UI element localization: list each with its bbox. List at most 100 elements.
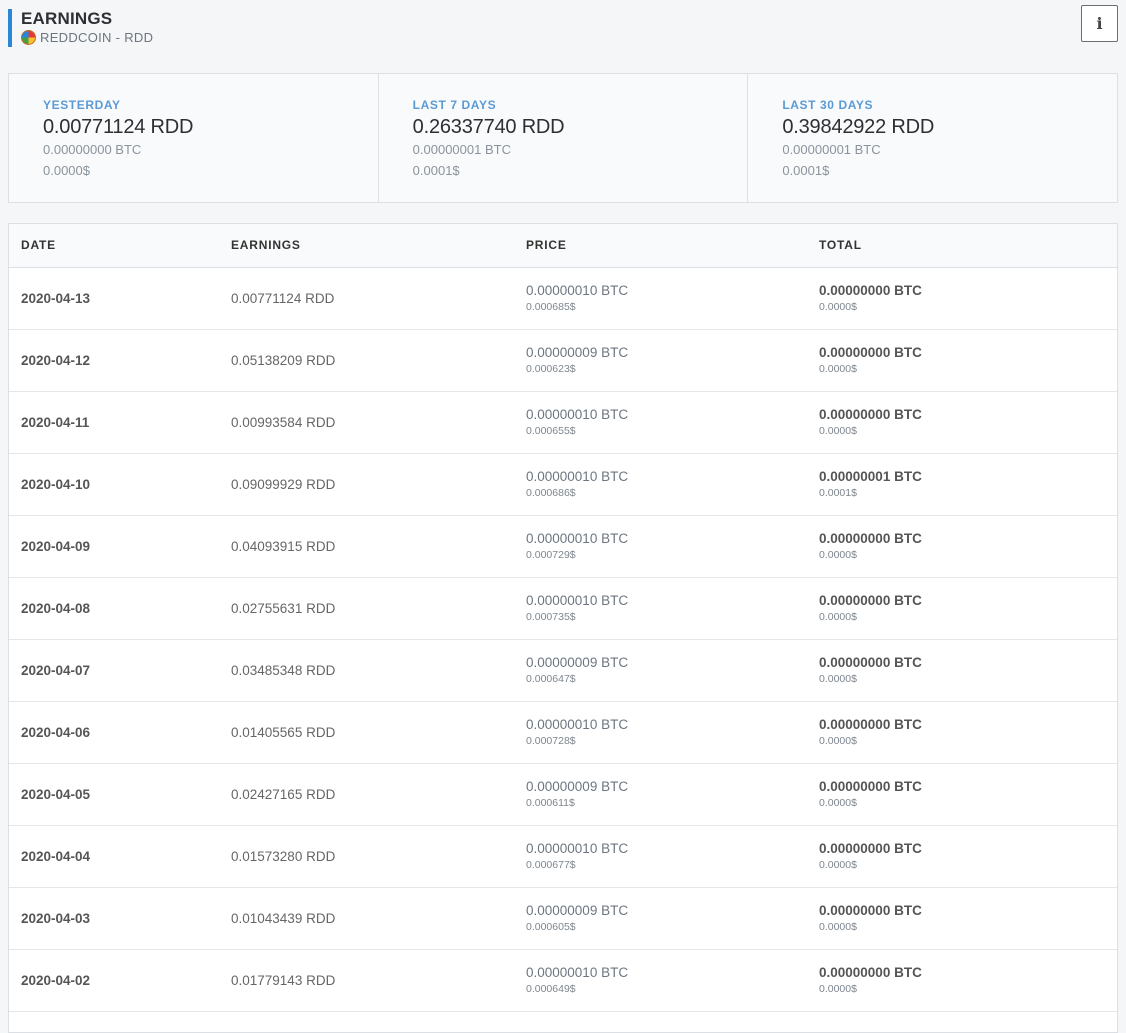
total-usd: 0.0000$ [819,363,857,375]
coin-subtitle: REDDCOIN - RDD [21,29,153,45]
row-price: 0.00000010 BTC 0.000649$ [526,949,819,1011]
row-total: 0.00000000 BTC 0.0000$ [819,887,1117,949]
row-earnings: 0.09099929 RDD [231,476,336,492]
price-btc: 0.00000010 BTC [526,841,629,856]
total-usd: 0.0001$ [819,487,857,499]
price-usd: 0.000649$ [526,983,576,995]
stat-last-7-days: LAST 7 DAYS 0.26337740 RDD 0.00000001 BT… [379,74,749,202]
row-total: 0.00000000 BTC 0.0000$ [819,391,1117,453]
column-header-date[interactable]: DATE [9,224,231,268]
row-total: 0.00000000 BTC 0.0000$ [819,267,1117,329]
row-price: 0.00000010 BTC 0.000686$ [526,453,819,515]
total-btc: 0.00000000 BTC [819,531,922,546]
column-header-total[interactable]: TOTAL [819,224,1117,268]
row-earnings: 0.05138209 RDD [231,352,336,368]
price-btc: 0.00000010 BTC [526,593,629,608]
price-btc: 0.00000010 BTC [526,469,629,484]
total-btc: 0.00000000 BTC [819,345,922,360]
price-btc: 0.00000010 BTC [526,407,629,422]
row-earnings: 0.01573280 RDD [231,848,336,864]
price-usd: 0.000623$ [526,363,576,375]
total-btc: 0.00000001 BTC [819,469,922,484]
row-earnings: 0.01043439 RDD [231,910,336,926]
stat-usd-value: 0.0000$ [43,163,90,178]
row-price: 0.00000010 BTC 0.000677$ [526,825,819,887]
price-usd: 0.000686$ [526,487,576,499]
row-price: 0.00000010 BTC 0.000655$ [526,391,819,453]
price-usd: 0.000677$ [526,859,576,871]
price-btc: 0.00000010 BTC [526,717,629,732]
row-date: 2020-04-09 [21,538,91,554]
table-row: 2020-04-10 0.09099929 RDD 0.00000010 BTC 0.… [9,453,1117,515]
table-row: 2020-04-07 0.03485348 RDD 0.00000009 BTC 0.… [9,639,1117,701]
row-total: 0.00000000 BTC 0.0000$ [819,763,1117,825]
stat-rdd-value: 0.39842922 RDD [782,116,935,138]
stat-label: LAST 30 DAYS [782,98,874,112]
total-btc: 0.00000000 BTC [819,965,922,980]
row-date: 2020-04-12 [21,352,91,368]
row-total: 0.00000001 BTC 0.0001$ [819,453,1117,515]
row-date: 2020-04-07 [21,662,91,678]
price-btc: 0.00000009 BTC [526,779,629,794]
total-usd: 0.0000$ [819,425,857,437]
coin-name: REDDCOIN - RDD [40,29,154,45]
price-usd: 0.000655$ [526,425,576,437]
row-earnings: 0.01405565 RDD [231,724,336,740]
row-price: 0.00000010 BTC 0.000685$ [526,267,819,329]
price-usd: 0.000611$ [526,797,575,809]
row-total: 0.00000000 BTC 0.0000$ [819,949,1117,1011]
total-btc: 0.00000000 BTC [819,717,922,732]
stat-last-30-days: LAST 30 DAYS 0.39842922 RDD 0.00000001 B… [748,74,1117,202]
total-usd: 0.0000$ [819,301,857,313]
total-usd: 0.0000$ [819,859,857,871]
row-price: 0.00000009 BTC 0.000605$ [526,887,819,949]
total-btc: 0.00000000 BTC [819,593,922,608]
row-earnings: 0.02427165 RDD [231,786,336,802]
row-earnings: 0.04093915 RDD [231,538,336,554]
column-header-earnings[interactable]: EARNINGS [231,224,526,268]
info-button[interactable]: i [1081,5,1118,42]
stat-usd-value: 0.0001$ [412,163,460,178]
column-header-price[interactable]: PRICE [526,224,819,268]
row-price: 0.00000010 BTC 0.000735$ [526,577,819,639]
row-date: 2020-04-10 [21,476,91,492]
page-header: EARNINGS REDDCOIN - RDD i [8,5,1118,48]
total-usd: 0.0000$ [819,735,857,747]
total-btc: 0.00000000 BTC [819,283,922,298]
row-earnings: 0.00993584 RDD [231,414,336,430]
table-row: 2020-04-05 0.02427165 RDD 0.00000009 BTC 0.… [9,763,1117,825]
row-date: 2020-04-04 [21,848,91,864]
stat-btc-value: 0.00000001 BTC [412,142,511,157]
price-btc: 0.00000009 BTC [526,903,629,918]
total-btc: 0.00000000 BTC [819,841,922,856]
row-earnings: 0.01779143 RDD [231,972,336,988]
table-row: 2020-04-13 0.00771124 RDD 0.00000010 BTC 0.… [9,267,1117,329]
reddcoin-logo-icon [21,29,36,45]
total-btc: 0.00000000 BTC [819,655,922,670]
price-usd: 0.000735$ [526,611,576,623]
table-row: 2020-04-11 0.00993584 RDD 0.00000010 BTC 0.… [9,391,1117,453]
earnings-table: DATE EARNINGS PRICE TOTAL 2020-04-13 0.00… [8,223,1118,1033]
table-row: 2020-04-02 0.01779143 RDD 0.00000010 BTC 0.… [9,949,1117,1011]
price-btc: 0.00000009 BTC [526,345,629,360]
row-earnings: 0.02755631 RDD [231,600,336,616]
price-usd: 0.000728$ [526,735,576,747]
table-row: 2020-04-08 0.02755631 RDD 0.00000010 BTC 0.… [9,577,1117,639]
row-total: 0.00000000 BTC 0.0000$ [819,577,1117,639]
stat-btc-value: 0.00000001 BTC [782,142,881,157]
price-usd: 0.000605$ [526,921,576,933]
stat-rdd-value: 0.26337740 RDD [412,116,565,138]
table-row: 2020-04-03 0.01043439 RDD 0.00000009 BTC 0.… [9,887,1117,949]
row-total: 0.00000000 BTC 0.0000$ [819,329,1117,391]
row-total: 0.00000000 BTC 0.0000$ [819,701,1117,763]
row-price: 0.00000009 BTC 0.000623$ [526,329,819,391]
total-usd: 0.0000$ [819,921,857,933]
table-row: 2020-04-04 0.01573280 RDD 0.00000010 BTC 0.… [9,825,1117,887]
price-btc: 0.00000010 BTC [526,965,629,980]
stat-rdd-value: 0.00771124 RDD [43,116,194,138]
total-usd: 0.0000$ [819,983,857,995]
row-earnings: 0.03485348 RDD [231,662,336,678]
row-date: 2020-04-11 [21,414,90,430]
stat-btc-value: 0.00000000 BTC [43,142,142,157]
price-usd: 0.000685$ [526,301,576,313]
